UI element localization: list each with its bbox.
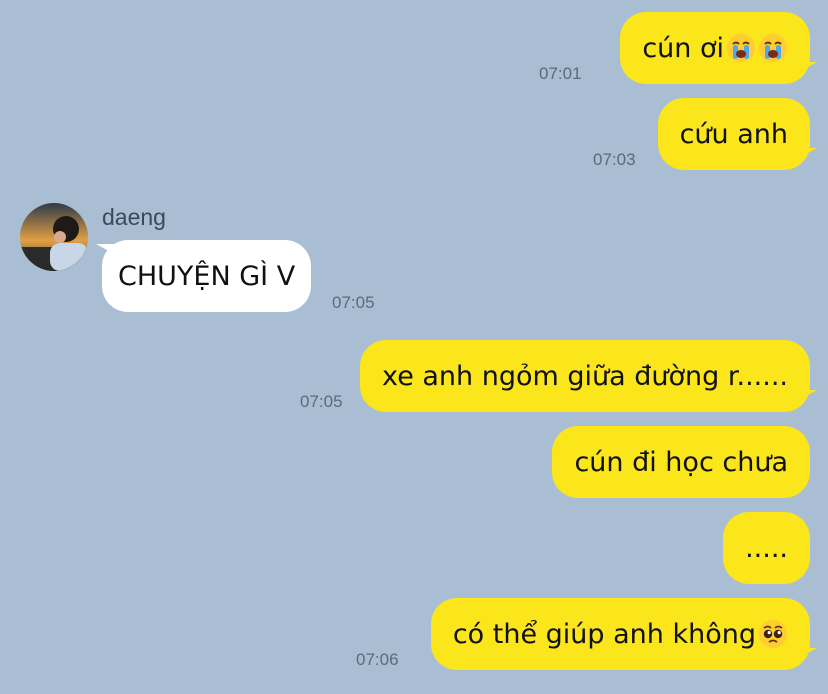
message-text: cứu anh bbox=[679, 118, 788, 150]
bubble-tail bbox=[795, 148, 817, 160]
message-bubble-outgoing[interactable]: cứu anh bbox=[657, 98, 810, 170]
message-text: có thể giúp anh không bbox=[452, 618, 756, 650]
chat-area: cún ơi 07:01 cứu anh 07:03 daeng CHUYỆN … bbox=[0, 0, 828, 694]
bubble-tail bbox=[795, 648, 817, 660]
message-timestamp: 07:05 bbox=[332, 293, 375, 312]
bubble-tail bbox=[795, 62, 817, 74]
message-bubble-outgoing[interactable]: cún ơi bbox=[620, 12, 810, 84]
message-timestamp: 07:05 bbox=[300, 392, 343, 411]
loudly-crying-face-icon bbox=[726, 33, 756, 63]
message-bubble-outgoing[interactable]: ..... bbox=[723, 512, 810, 584]
contact-avatar[interactable] bbox=[20, 203, 88, 271]
bubble-tail bbox=[795, 390, 817, 402]
message-bubble-outgoing[interactable]: cún đi học chưa bbox=[552, 426, 810, 498]
message-text: cún đi học chưa bbox=[574, 446, 788, 478]
message-text: xe anh ngỏm giữa đường r...... bbox=[382, 360, 788, 392]
message-bubble-outgoing[interactable]: xe anh ngỏm giữa đường r...... bbox=[360, 340, 810, 412]
message-timestamp: 07:01 bbox=[539, 64, 582, 83]
sender-name: daeng bbox=[102, 204, 166, 230]
message-bubble-incoming[interactable]: CHUYỆN GÌ V bbox=[102, 240, 312, 312]
message-text: CHUYỆN GÌ V bbox=[118, 260, 296, 292]
message-timestamp: 07:03 bbox=[593, 150, 636, 169]
message-text: cún ơi bbox=[642, 32, 724, 64]
message-bubble-outgoing[interactable]: có thể giúp anh không bbox=[430, 598, 810, 670]
bubble-tail bbox=[96, 244, 118, 256]
message-text: ..... bbox=[745, 532, 788, 564]
message-timestamp: 07:06 bbox=[356, 650, 399, 669]
loudly-crying-face-icon bbox=[758, 33, 788, 63]
pleading-face-icon bbox=[758, 619, 788, 649]
